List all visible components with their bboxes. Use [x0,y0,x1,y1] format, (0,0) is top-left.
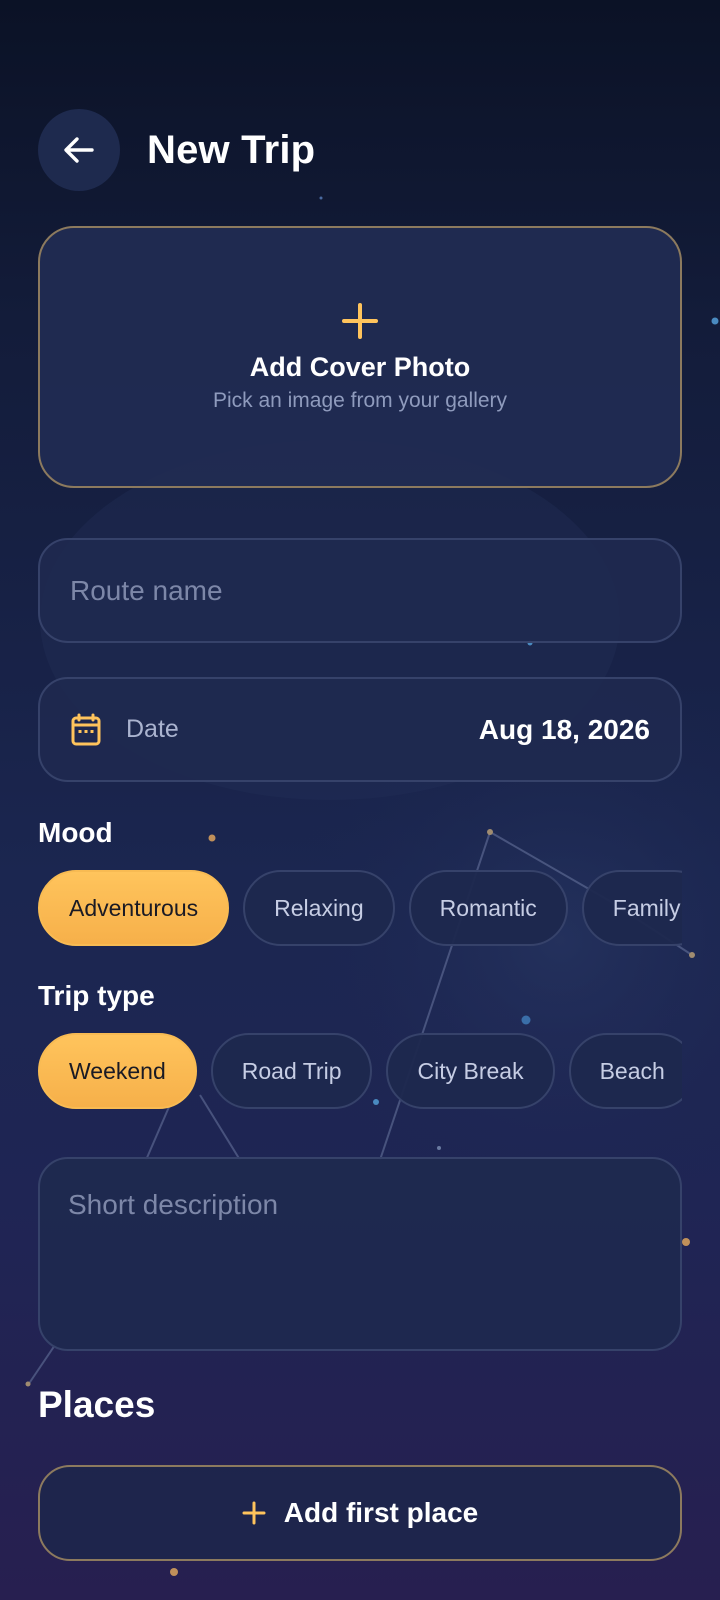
chip-type-road-trip[interactable]: Road Trip [210,1033,373,1109]
cover-title: Add Cover Photo [249,351,471,382]
plus-icon [342,302,378,339]
date-value: Aug 18, 2026 [478,713,650,745]
arrow-left-icon [64,137,94,163]
chip-mood-romantic[interactable]: Romantic [408,870,568,946]
chip-type-beach[interactable]: Beach [568,1033,682,1109]
mood-label: Mood [38,817,113,848]
top-bar: New Trip [38,109,315,191]
chip-mood-family[interactable]: Family [581,870,682,946]
page-title: New Trip [147,127,316,172]
chip-mood-relaxing[interactable]: Relaxing [243,870,395,946]
description-input[interactable] [68,1189,648,1319]
back-button[interactable] [38,109,120,191]
chip-mood-adventurous[interactable]: Adventurous [38,870,230,946]
route-name-field [38,538,682,643]
calendar-icon [71,713,101,745]
date-picker-field[interactable]: Date Aug 18, 2026 [38,677,682,782]
date-label: Date [126,715,179,743]
chip-type-city-break[interactable]: City Break [386,1033,555,1109]
plus-icon [242,1501,266,1525]
trip-type-chip-row[interactable]: Weekend Road Trip City Break Beach [38,1033,682,1111]
places-title: Places [38,1384,156,1425]
add-cover-photo-button[interactable]: Add Cover Photo Pick an image from your … [38,226,682,488]
cover-subtitle: Pick an image from your gallery [212,388,508,412]
new-trip-screen: New Trip Add Cover Photo Pick an image f… [0,0,720,1600]
chip-type-weekend[interactable]: Weekend [38,1033,197,1109]
trip-type-label: Trip type [38,980,155,1011]
description-field [38,1157,682,1351]
add-first-place-label: Add first place [283,1497,479,1528]
route-name-input[interactable] [68,573,632,608]
add-first-place-button[interactable]: Add first place [38,1465,682,1561]
mood-chip-row[interactable]: Adventurous Relaxing Romantic Family [38,870,682,948]
